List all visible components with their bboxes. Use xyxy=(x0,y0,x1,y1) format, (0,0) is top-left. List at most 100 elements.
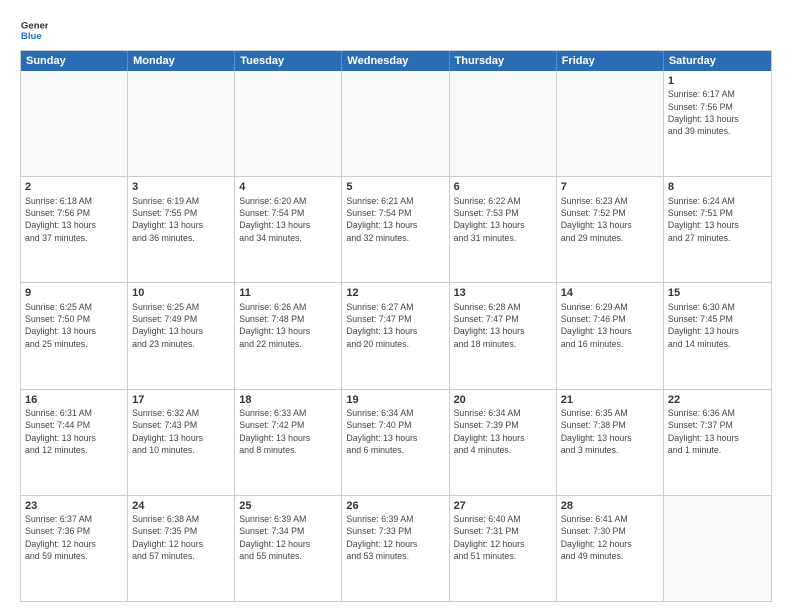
day-number: 18 xyxy=(239,393,337,407)
day-info: Sunrise: 6:20 AM Sunset: 7:54 PM Dayligh… xyxy=(239,196,310,243)
calendar-header: SundayMondayTuesdayWednesdayThursdayFrid… xyxy=(21,51,771,71)
day-info: Sunrise: 6:24 AM Sunset: 7:51 PM Dayligh… xyxy=(668,196,739,243)
empty-cell-0-1 xyxy=(128,71,235,176)
day-cell-2: 2 Sunrise: 6:18 AM Sunset: 7:56 PM Daylig… xyxy=(21,177,128,282)
day-cell-6: 6 Sunrise: 6:22 AM Sunset: 7:53 PM Daylig… xyxy=(450,177,557,282)
header-day-monday: Monday xyxy=(128,51,235,71)
day-cell-16: 16Sunrise: 6:31 AM Sunset: 7:44 PM Dayli… xyxy=(21,390,128,495)
day-number: 19 xyxy=(346,393,444,407)
day-number: 1 xyxy=(668,74,767,88)
day-info: Sunrise: 6:36 AM Sunset: 7:37 PM Dayligh… xyxy=(668,408,739,455)
day-cell-10: 10 Sunrise: 6:25 AM Sunset: 7:49 PM Dayli… xyxy=(128,283,235,388)
empty-cell-0-0 xyxy=(21,71,128,176)
day-number: 13 xyxy=(454,286,552,300)
week-row-3: 9 Sunrise: 6:25 AM Sunset: 7:50 PM Daylig… xyxy=(21,283,771,389)
day-info: Sunrise: 6:31 AM Sunset: 7:44 PM Dayligh… xyxy=(25,408,96,455)
day-number: 28 xyxy=(561,499,659,513)
day-number: 3 xyxy=(132,180,230,194)
day-number: 16 xyxy=(25,393,123,407)
day-info: Sunrise: 6:39 AM Sunset: 7:33 PM Dayligh… xyxy=(346,514,417,561)
day-info: Sunrise: 6:25 AM Sunset: 7:49 PM Dayligh… xyxy=(132,302,203,349)
day-info: Sunrise: 6:39 AM Sunset: 7:34 PM Dayligh… xyxy=(239,514,310,561)
day-number: 17 xyxy=(132,393,230,407)
header-day-thursday: Thursday xyxy=(450,51,557,71)
day-cell-17: 17Sunrise: 6:32 AM Sunset: 7:43 PM Dayli… xyxy=(128,390,235,495)
day-info: Sunrise: 6:29 AM Sunset: 7:46 PM Dayligh… xyxy=(561,302,632,349)
day-number: 25 xyxy=(239,499,337,513)
day-info: Sunrise: 6:37 AM Sunset: 7:36 PM Dayligh… xyxy=(25,514,96,561)
empty-cell-0-3 xyxy=(342,71,449,176)
day-info: Sunrise: 6:25 AM Sunset: 7:50 PM Dayligh… xyxy=(25,302,96,349)
day-cell-26: 26Sunrise: 6:39 AM Sunset: 7:33 PM Dayli… xyxy=(342,496,449,601)
day-number: 11 xyxy=(239,286,337,300)
day-cell-22: 22Sunrise: 6:36 AM Sunset: 7:37 PM Dayli… xyxy=(664,390,771,495)
logo: General Blue xyxy=(20,16,50,44)
week-row-5: 23Sunrise: 6:37 AM Sunset: 7:36 PM Dayli… xyxy=(21,496,771,601)
day-cell-23: 23Sunrise: 6:37 AM Sunset: 7:36 PM Dayli… xyxy=(21,496,128,601)
day-info: Sunrise: 6:23 AM Sunset: 7:52 PM Dayligh… xyxy=(561,196,632,243)
day-info: Sunrise: 6:27 AM Sunset: 7:47 PM Dayligh… xyxy=(346,302,417,349)
day-cell-24: 24Sunrise: 6:38 AM Sunset: 7:35 PM Dayli… xyxy=(128,496,235,601)
week-row-4: 16Sunrise: 6:31 AM Sunset: 7:44 PM Dayli… xyxy=(21,390,771,496)
day-info: Sunrise: 6:40 AM Sunset: 7:31 PM Dayligh… xyxy=(454,514,525,561)
day-info: Sunrise: 6:22 AM Sunset: 7:53 PM Dayligh… xyxy=(454,196,525,243)
day-number: 4 xyxy=(239,180,337,194)
day-cell-27: 27Sunrise: 6:40 AM Sunset: 7:31 PM Dayli… xyxy=(450,496,557,601)
empty-cell-0-2 xyxy=(235,71,342,176)
day-number: 9 xyxy=(25,286,123,300)
day-number: 12 xyxy=(346,286,444,300)
day-number: 6 xyxy=(454,180,552,194)
week-row-1: 1Sunrise: 6:17 AM Sunset: 7:56 PM Daylig… xyxy=(21,71,771,177)
day-info: Sunrise: 6:21 AM Sunset: 7:54 PM Dayligh… xyxy=(346,196,417,243)
svg-text:General: General xyxy=(21,20,48,31)
day-number: 5 xyxy=(346,180,444,194)
day-cell-14: 14 Sunrise: 6:29 AM Sunset: 7:46 PM Dayli… xyxy=(557,283,664,388)
day-info: Sunrise: 6:34 AM Sunset: 7:40 PM Dayligh… xyxy=(346,408,417,455)
day-cell-5: 5 Sunrise: 6:21 AM Sunset: 7:54 PM Daylig… xyxy=(342,177,449,282)
day-number: 21 xyxy=(561,393,659,407)
day-number: 26 xyxy=(346,499,444,513)
day-number: 8 xyxy=(668,180,767,194)
header-day-sunday: Sunday xyxy=(21,51,128,71)
logo-icon: General Blue xyxy=(20,16,48,44)
day-cell-7: 7 Sunrise: 6:23 AM Sunset: 7:52 PM Daylig… xyxy=(557,177,664,282)
day-number: 7 xyxy=(561,180,659,194)
day-info: Sunrise: 6:30 AM Sunset: 7:45 PM Dayligh… xyxy=(668,302,739,349)
day-cell-1: 1Sunrise: 6:17 AM Sunset: 7:56 PM Daylig… xyxy=(664,71,771,176)
empty-cell-0-5 xyxy=(557,71,664,176)
header: General Blue xyxy=(20,16,772,44)
day-cell-19: 19Sunrise: 6:34 AM Sunset: 7:40 PM Dayli… xyxy=(342,390,449,495)
day-info: Sunrise: 6:19 AM Sunset: 7:55 PM Dayligh… xyxy=(132,196,203,243)
empty-cell-4-6 xyxy=(664,496,771,601)
day-cell-8: 8 Sunrise: 6:24 AM Sunset: 7:51 PM Daylig… xyxy=(664,177,771,282)
day-info: Sunrise: 6:18 AM Sunset: 7:56 PM Dayligh… xyxy=(25,196,96,243)
day-number: 14 xyxy=(561,286,659,300)
day-number: 15 xyxy=(668,286,767,300)
header-day-wednesday: Wednesday xyxy=(342,51,449,71)
day-number: 22 xyxy=(668,393,767,407)
empty-cell-0-4 xyxy=(450,71,557,176)
day-cell-9: 9 Sunrise: 6:25 AM Sunset: 7:50 PM Daylig… xyxy=(21,283,128,388)
day-info: Sunrise: 6:38 AM Sunset: 7:35 PM Dayligh… xyxy=(132,514,203,561)
day-number: 24 xyxy=(132,499,230,513)
header-day-saturday: Saturday xyxy=(664,51,771,71)
header-day-tuesday: Tuesday xyxy=(235,51,342,71)
day-info: Sunrise: 6:34 AM Sunset: 7:39 PM Dayligh… xyxy=(454,408,525,455)
day-cell-3: 3 Sunrise: 6:19 AM Sunset: 7:55 PM Daylig… xyxy=(128,177,235,282)
day-cell-12: 12 Sunrise: 6:27 AM Sunset: 7:47 PM Dayli… xyxy=(342,283,449,388)
calendar-body: 1Sunrise: 6:17 AM Sunset: 7:56 PM Daylig… xyxy=(21,71,771,601)
header-day-friday: Friday xyxy=(557,51,664,71)
day-number: 2 xyxy=(25,180,123,194)
day-info: Sunrise: 6:41 AM Sunset: 7:30 PM Dayligh… xyxy=(561,514,632,561)
day-cell-18: 18Sunrise: 6:33 AM Sunset: 7:42 PM Dayli… xyxy=(235,390,342,495)
day-cell-11: 11 Sunrise: 6:26 AM Sunset: 7:48 PM Dayli… xyxy=(235,283,342,388)
day-info: Sunrise: 6:17 AM Sunset: 7:56 PM Dayligh… xyxy=(668,89,739,136)
day-info: Sunrise: 6:26 AM Sunset: 7:48 PM Dayligh… xyxy=(239,302,310,349)
day-number: 23 xyxy=(25,499,123,513)
day-info: Sunrise: 6:28 AM Sunset: 7:47 PM Dayligh… xyxy=(454,302,525,349)
day-number: 20 xyxy=(454,393,552,407)
week-row-2: 2 Sunrise: 6:18 AM Sunset: 7:56 PM Daylig… xyxy=(21,177,771,283)
page: General Blue SundayMondayTuesdayWednesda… xyxy=(0,0,792,612)
day-number: 10 xyxy=(132,286,230,300)
day-cell-15: 15 Sunrise: 6:30 AM Sunset: 7:45 PM Dayli… xyxy=(664,283,771,388)
